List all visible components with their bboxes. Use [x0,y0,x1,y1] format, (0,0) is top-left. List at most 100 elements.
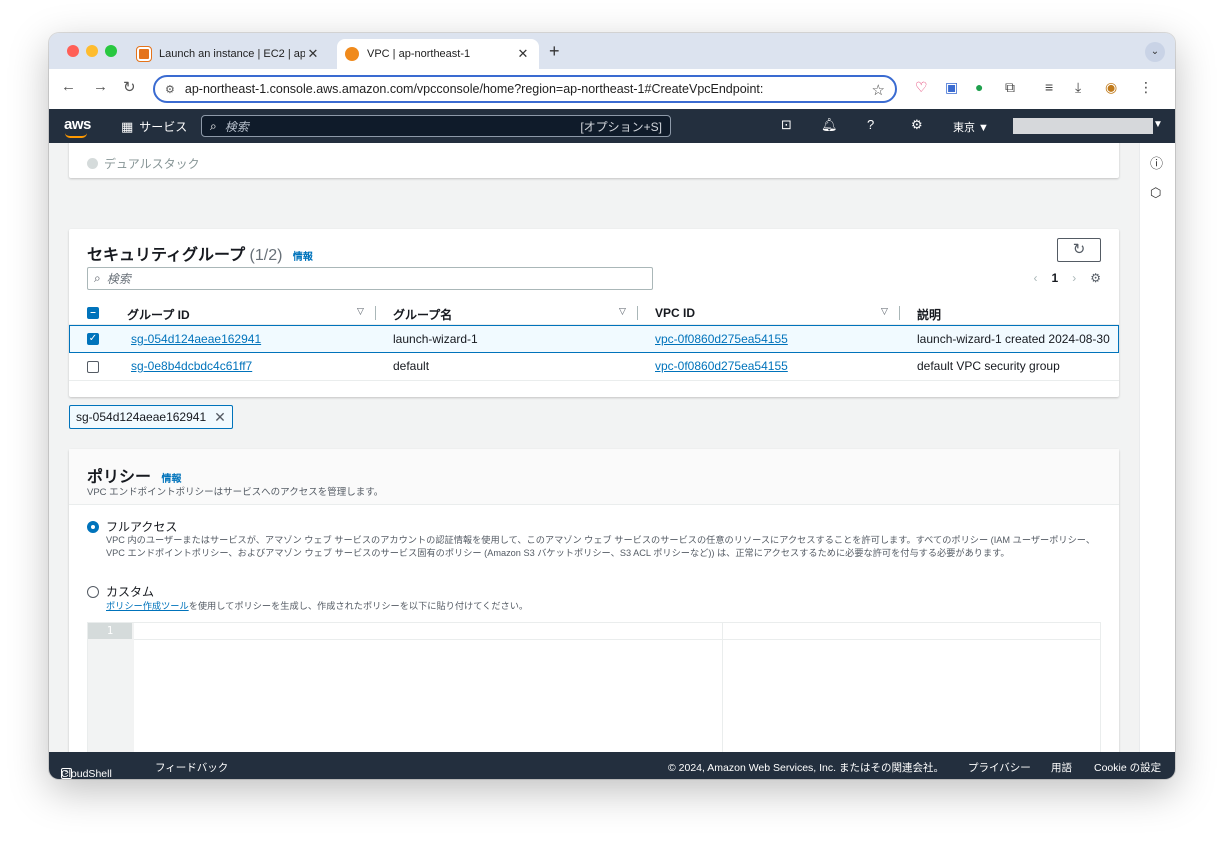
sort-icon[interactable]: ▽ [881,306,888,317]
account-menu[interactable] [1013,118,1153,134]
evernote-icon[interactable]: ● [975,79,983,95]
minimize-window-button[interactable] [86,45,98,57]
close-icon[interactable]: ✕ [305,46,321,62]
gear-icon[interactable]: ⚙ [911,117,923,133]
policy-generator-link[interactable]: ポリシー作成ツール [106,601,189,611]
vpc-id-link[interactable]: vpc-0f0860d275ea54155 [655,359,788,373]
cloudshell-label: CloudShell [61,768,112,779]
privacy-link[interactable]: プライバシー [968,760,1031,775]
close-icon[interactable]: ✕ [214,409,226,426]
help-icon[interactable]: ? [867,117,874,132]
col-group-id[interactable]: グループ ID [127,306,190,323]
table-settings-gear-icon[interactable]: ⚙ [1090,271,1101,285]
aws-logo[interactable]: aws [64,116,91,138]
custom-description-text: を使用してポリシーを生成し、作成されたポリシーを以下に貼り付けてください。 [188,601,529,611]
radio-selected-icon[interactable] [87,520,99,533]
extension-badge-icon[interactable]: ▣ [945,79,958,96]
ip-address-type-panel: デュアルスタック [69,143,1119,178]
tab-ec2[interactable]: Launch an instance | EC2 | ap ✕ [129,39,329,69]
row-checkbox[interactable]: ✓ [87,333,99,345]
close-window-button[interactable] [67,45,79,57]
next-page-icon[interactable]: › [1072,271,1076,285]
chevron-down-icon[interactable]: ⌄ [1145,42,1165,62]
custom-label: カスタム [106,585,155,599]
new-tab-plus-icon[interactable]: + [549,41,560,62]
forward-arrow-icon[interactable]: → [93,78,108,95]
print-margin [722,623,723,752]
cookie-settings-link[interactable]: Cookie の設定 [1094,760,1161,775]
region-selector[interactable]: 東京 ▼ [953,119,989,135]
search-icon: ⌕ [94,271,101,285]
feedback-link[interactable]: フィードバック [155,760,228,775]
line-number: 1 [88,623,132,639]
info-link[interactable]: 情報 [293,252,313,263]
editor-gutter [88,623,134,752]
select-all-checkbox[interactable]: – [87,307,99,319]
group-name: launch-wizard-1 [393,332,478,346]
tab-title: VPC | ap-northeast-1 [367,48,471,60]
column-divider [637,306,638,320]
address-bar[interactable]: ⚙ ap-northeast-1.console.aws.amazon.com/… [153,75,897,103]
ec2-favicon-icon [136,46,152,62]
grid-icon: ▦ [121,118,134,134]
info-circle-icon[interactable]: ⓘ [1150,153,1163,172]
table-row[interactable]: ✓ sg-054d124aeae162941 launch-wizard-1 v… [69,325,1119,353]
right-tools-rail: ⓘ ⬡ [1139,143,1175,752]
col-vpc-id[interactable]: VPC ID [655,306,695,320]
col-description[interactable]: 説明 [917,306,941,323]
group-description: launch-wizard-1 created 2024-08-30 [917,332,1110,346]
caret-down-icon[interactable]: ▼ [1153,119,1163,130]
tab-vpc[interactable]: VPC | ap-northeast-1 ✕ [337,39,539,69]
pocket-icon[interactable]: ♡ [915,79,928,96]
maximize-window-button[interactable] [105,45,117,57]
section-title: セキュリティグループ (1/2) 情報 [87,241,313,265]
search-icon: ⌕ [210,118,217,133]
dual-stack-label: デュアルスタック [104,157,200,171]
site-settings-icon[interactable]: ⚙ [165,83,175,96]
prev-page-icon[interactable]: ‹ [1034,271,1038,285]
policy-editor[interactable]: 1 [87,622,1101,752]
vpc-favicon-icon [345,47,359,61]
active-line [134,623,1100,640]
full-access-radio[interactable]: フルアクセス [87,518,177,535]
back-arrow-icon[interactable]: ← [61,78,76,95]
profile-avatar-icon[interactable]: ◉ [1105,79,1117,96]
full-access-label: フルアクセス [106,520,178,534]
sg-count: (1/2) [249,247,283,264]
full-access-description: VPC 内のユーザーまたはサービスが、アマゾン ウェブ サービスのアカウントの認… [106,535,1096,558]
policy-description: VPC エンドポイントポリシーはサービスへのアクセスを管理します。 [87,487,384,498]
console-search-input[interactable]: ⌕ 検索 [オプション+S] [201,115,671,137]
security-group-panel: セキュリティグループ (1/2) 情報 ↻ ⌕ 検索 ‹ 1 › ⚙ – グルー… [69,229,1119,397]
bell-icon[interactable]: 🔔︎ [821,117,838,133]
close-icon[interactable]: ✕ [515,46,531,62]
reading-list-icon[interactable]: ≡ [1045,79,1053,95]
browser-menu-icon[interactable]: ⋮ [1139,79,1153,96]
terms-link[interactable]: 用語 [1051,760,1072,775]
bookmark-star-icon[interactable]: ☆ [872,81,885,99]
col-group-name[interactable]: グループ名 [393,306,452,323]
custom-radio[interactable]: カスタム [87,583,154,600]
cloudshell-icon[interactable]: ⊡ [781,117,792,133]
browser-toolbar: ← → ↻ ⚙ ap-northeast-1.console.aws.amazo… [49,69,1175,109]
services-menu[interactable]: ▦ サービス [121,118,187,135]
radio-disabled-icon [87,158,98,169]
group-id-link[interactable]: sg-054d124aeae162941 [131,332,261,346]
radio-unselected-icon[interactable] [87,585,99,598]
refresh-button[interactable]: ↻ [1057,238,1101,262]
sg-search-input[interactable]: ⌕ 検索 [87,267,653,290]
vpc-id-link[interactable]: vpc-0f0860d275ea54155 [655,332,788,346]
tab-strip: Launch an instance | EC2 | ap ✕ VPC | ap… [49,33,1175,69]
reload-icon[interactable]: ↻ [123,78,136,96]
download-icon[interactable]: ⤓ [1075,79,1081,96]
page-number[interactable]: 1 [1052,271,1059,285]
extensions-puzzle-icon[interactable]: ⧉ [1005,79,1015,96]
sort-icon[interactable]: ▽ [357,306,364,317]
group-id-link[interactable]: sg-0e8b4dcbdc4c61ff7 [131,359,252,373]
sort-icon[interactable]: ▽ [619,306,626,317]
row-checkbox[interactable] [87,361,99,373]
browser-window: Launch an instance | EC2 | ap ✕ VPC | ap… [49,33,1175,779]
tab-title: Launch an instance | EC2 | ap [159,48,305,60]
sg-search-placeholder: 検索 [106,272,131,286]
hexagon-icon[interactable]: ⬡ [1150,185,1161,201]
table-row[interactable]: sg-0e8b4dcbdc4c61ff7 default vpc-0f0860d… [69,353,1119,381]
